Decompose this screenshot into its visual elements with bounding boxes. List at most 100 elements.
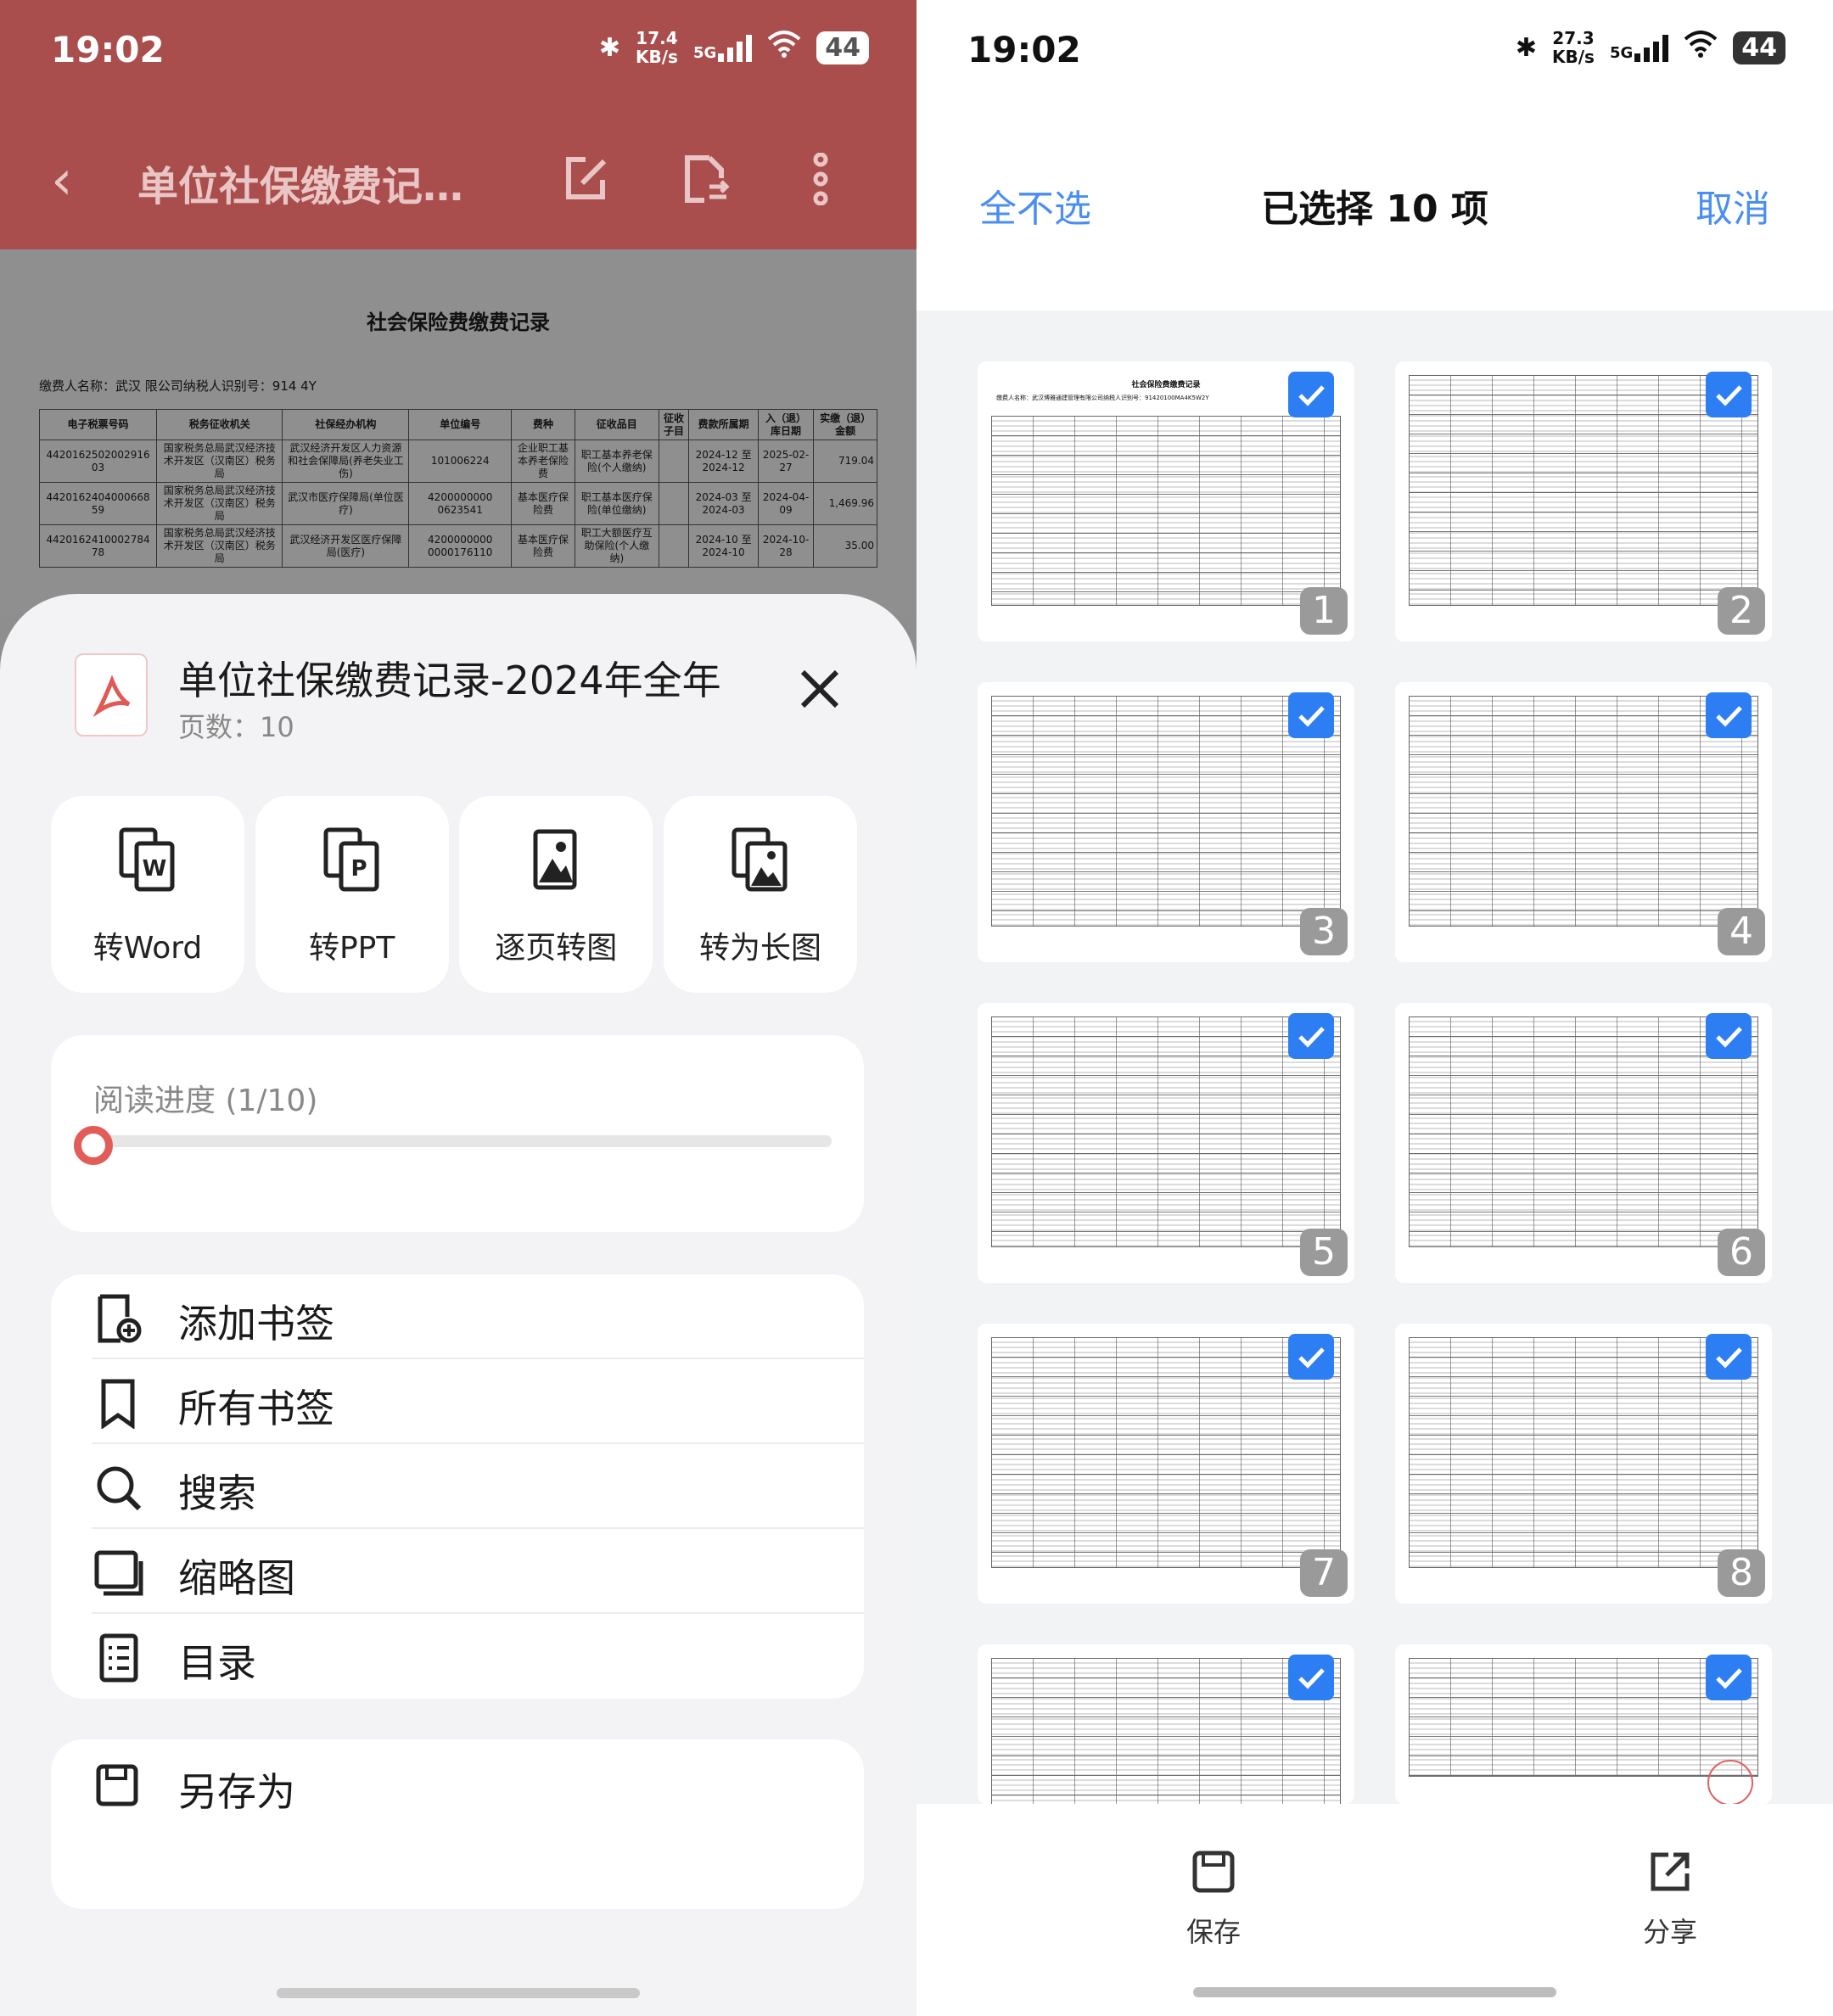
save-as-icon (93, 1761, 144, 1816)
progress-track[interactable] (93, 1135, 832, 1147)
pdf-file-icon (75, 653, 148, 736)
progress-slider-handle[interactable] (74, 1126, 113, 1165)
reading-progress: 阅读进度 (1/10) (51, 1035, 864, 1232)
more-menu: 另存为 (51, 1739, 864, 1909)
status-time: 19:02 (51, 29, 165, 70)
reader-panel: 19:02 ✱ 17.4 KB/s 5G 44 ‹ 单位社保缴费记… 社会保险费… (0, 0, 916, 2016)
page-to-image-button[interactable]: 逐页转图 (459, 796, 653, 993)
cancel-button[interactable]: 取消 (1696, 178, 1770, 232)
document-options-sheet: 单位社保缴费记录-2024年全年 页数：10 W 转Word P 转PPT 逐页… (0, 594, 916, 2016)
battery-icon: 44 (1733, 31, 1785, 64)
reading-progress-label: 阅读进度 (1/10) (93, 1084, 318, 1118)
page-thumbnail[interactable]: 6 (1395, 1003, 1772, 1283)
long-image-button[interactable]: 转为长图 (663, 796, 857, 993)
back-arrow-icon[interactable]: ‹ (51, 149, 73, 212)
status-bar: 19:02 ✱ 27.3 KB/s 5G 44 (916, 0, 1833, 102)
to-word-icon: W (118, 826, 177, 898)
more-vertical-icon[interactable] (808, 152, 833, 209)
table-row: 4420162404000668 59 国家税务总局武汉经济技术开发区（汉南区）… (38, 482, 877, 525)
checkbox-checked-icon[interactable] (1288, 692, 1334, 738)
checkbox-checked-icon[interactable] (1706, 1655, 1752, 1700)
search-icon (93, 1463, 144, 1517)
save-button[interactable]: 保存 (1129, 1848, 1298, 1950)
page-count: 页数：10 (178, 711, 294, 743)
table-header-row: 电子税票号码 税务征收机关 社保经办机构 单位编号 费种 征收品目 征收子目 费… (38, 409, 877, 440)
wifi-icon (767, 31, 801, 64)
page-thumbnail[interactable]: 5 (978, 1003, 1354, 1283)
checkbox-checked-icon[interactable] (1288, 1013, 1334, 1059)
to-ppt-button[interactable]: P 转PPT (255, 796, 449, 993)
checkbox-checked-icon[interactable] (1706, 1334, 1752, 1380)
status-bar: 19:02 ✱ 17.4 KB/s 5G 44 (0, 0, 916, 102)
wifi-icon (1684, 31, 1718, 64)
close-icon[interactable] (798, 667, 842, 714)
checkbox-checked-icon[interactable] (1706, 372, 1752, 417)
page-thumbnail[interactable] (1395, 1644, 1772, 1804)
payment-table: 电子税票号码 税务征收机关 社保经办机构 单位编号 费种 征收品目 征收子目 费… (38, 409, 877, 568)
checkbox-checked-icon[interactable] (1706, 1013, 1752, 1059)
home-indicator[interactable] (1193, 1987, 1556, 1997)
page-thumbnail-grid: 社会保险费缴费记录 缴费人名称：武汉博雅通建管理有限公司纳税人识别号：91420… (978, 361, 1772, 1804)
save-icon (1190, 1851, 1237, 1899)
page-number-badge: 4 (1718, 908, 1765, 955)
share-button[interactable]: 分享 (1585, 1848, 1755, 1950)
battery-icon: 44 (816, 31, 869, 64)
document-menu: 添加书签 所有书签 搜索 缩略图 目录 (51, 1274, 864, 1699)
search-item[interactable]: 搜索 (51, 1444, 864, 1529)
checkbox-checked-icon[interactable] (1288, 1334, 1334, 1380)
edit-icon[interactable] (560, 153, 613, 209)
file-name: 单位社保缴费记录-2024年全年 (178, 658, 721, 703)
table-row: 4420162502002916 03 国家税务总局武汉经济技术开发区（汉南区）… (38, 440, 877, 483)
page-thumbnail[interactable]: 8 (1395, 1324, 1772, 1604)
convert-file-icon[interactable] (679, 153, 732, 209)
selection-header: 19:02 ✱ 27.3 KB/s 5G 44 已选择 10 项 全不选 取消 (916, 0, 1833, 311)
all-bookmarks-item[interactable]: 所有书签 (51, 1359, 864, 1444)
page-number-badge: 7 (1300, 1549, 1348, 1597)
page-selection-panel: 19:02 ✱ 27.3 KB/s 5G 44 已选择 10 项 全不选 取消 … (916, 0, 1833, 2016)
checkbox-checked-icon[interactable] (1288, 372, 1334, 417)
thumbnail-item[interactable]: 缩略图 (51, 1529, 864, 1614)
svg-text:W: W (143, 856, 167, 882)
document-page-preview: 社会保险费缴费记录 缴费人名称：武汉 限公司纳税人识别号：914 4Y 电子税票… (0, 249, 916, 614)
home-indicator[interactable] (277, 1988, 640, 1998)
long-image-icon (731, 826, 790, 898)
conversion-tools: W 转Word P 转PPT 逐页转图 转为长图 (51, 796, 857, 993)
bookmark-icon (93, 1378, 144, 1432)
checkbox-checked-icon[interactable] (1706, 692, 1752, 738)
page-number-badge: 8 (1718, 1549, 1765, 1597)
bluetooth-icon: ✱ (1515, 32, 1537, 63)
reader-app-bar: ‹ 单位社保缴费记… (0, 127, 916, 229)
network-speed: 27.3 KB/s (1551, 28, 1595, 67)
to-ppt-icon: P (322, 826, 382, 898)
page-number-badge: 6 (1718, 1229, 1765, 1276)
to-word-button[interactable]: W 转Word (51, 796, 244, 993)
checkbox-checked-icon[interactable] (1288, 1655, 1334, 1700)
page-number-badge: 2 (1718, 587, 1765, 635)
selection-footer: 保存 分享 (916, 1804, 1833, 2016)
page-number-badge: 1 (1300, 587, 1348, 635)
page-thumbnail[interactable]: 4 (1395, 682, 1772, 962)
toc-icon (93, 1632, 144, 1687)
table-of-contents-item[interactable]: 目录 (51, 1614, 864, 1699)
document-title: 单位社保缴费记… (137, 163, 464, 210)
signal-icon: 5G (693, 33, 753, 62)
payer-line: 缴费人名称：武汉 限公司纳税人识别号：914 4Y (39, 378, 317, 394)
save-as-item[interactable]: 另存为 (178, 1761, 295, 1817)
bluetooth-icon: ✱ (598, 32, 620, 63)
deselect-all-button[interactable]: 全不选 (979, 178, 1091, 232)
page-thumbnail[interactable]: 社会保险费缴费记录 缴费人名称：武汉博雅通建管理有限公司纳税人识别号：91420… (978, 361, 1354, 641)
red-seal-stamp (1707, 1760, 1753, 1804)
network-speed: 17.4 KB/s (635, 28, 678, 67)
page-thumbnail[interactable]: 3 (978, 682, 1354, 962)
thumb-payer-line: 缴费人名称：武汉博雅通建管理有限公司纳税人识别号：91420100MA4K5W2… (996, 395, 1209, 401)
page-heading: 社会保险费缴费记录 (367, 311, 550, 334)
page-thumbnail[interactable] (978, 1644, 1354, 1804)
thumbnail-icon (93, 1548, 144, 1602)
add-bookmark-item[interactable]: 添加书签 (51, 1274, 864, 1359)
svg-text:P: P (350, 856, 367, 882)
table-row: 4420162410002784 78 国家税务总局武汉经济技术开发区（汉南区）… (38, 524, 877, 568)
page-thumbnail[interactable]: 2 (1395, 361, 1772, 641)
signal-icon: 5G (1610, 33, 1669, 62)
page-thumbnail[interactable]: 7 (978, 1324, 1354, 1604)
add-bookmark-icon (93, 1293, 144, 1347)
